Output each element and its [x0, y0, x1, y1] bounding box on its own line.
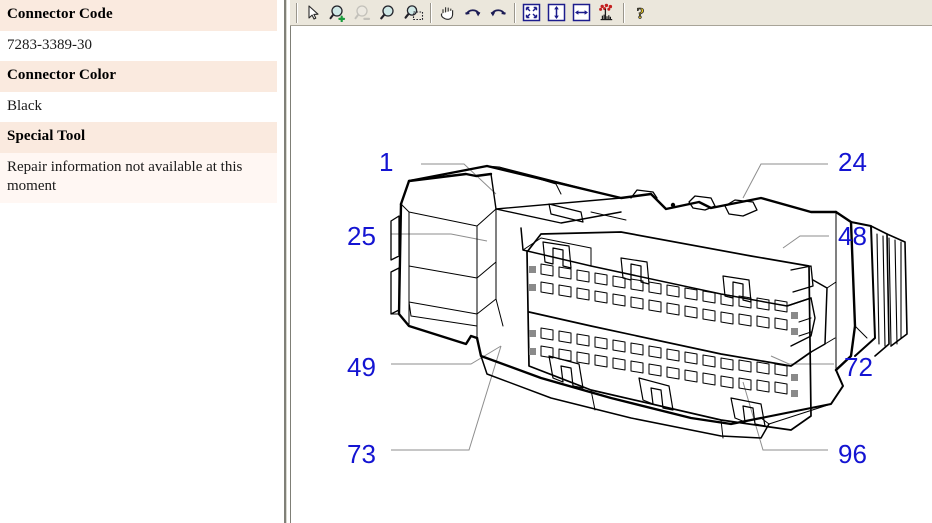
table-row-value-special-tool: Repair information not available at this… [0, 152, 277, 203]
fit-height-icon[interactable] [545, 2, 568, 24]
field-value-connector-color: Black [0, 91, 277, 122]
connector-body-outline [390, 164, 908, 439]
select-arrow-icon[interactable] [302, 2, 325, 24]
connector-info-sidebar: Connector Code 7283-3389-30 Connector Co… [0, 0, 280, 523]
toolbar-separator [296, 2, 297, 23]
connector-info-window: Connector Code 7283-3389-30 Connector Co… [0, 0, 932, 523]
field-value-connector-code: 7283-3389-30 [0, 30, 277, 61]
sidebar-empty-area [0, 202, 277, 303]
splitter-highlight [286, 0, 287, 523]
pan-hand-icon[interactable] [436, 2, 459, 24]
pin-label-96: 96 [838, 439, 867, 469]
svg-text:?: ? [637, 5, 645, 22]
connector-illustration [390, 163, 908, 451]
table-row-header-connector-code: Connector Code [0, 0, 277, 31]
pin-label-73: 73 [347, 439, 376, 469]
pin-label-24: 24 [838, 147, 867, 177]
panel-splitter[interactable] [280, 0, 290, 523]
toolbar-separator [514, 2, 515, 23]
leader-lines [391, 163, 834, 451]
field-label-connector-code: Connector Code [0, 0, 277, 31]
table-row-value-connector-color: Black [0, 91, 277, 122]
pin-label-72: 72 [844, 352, 873, 382]
zoom-area-icon[interactable] [402, 2, 425, 24]
pin-label-25: 25 [347, 221, 376, 251]
connector-info-table: Connector Code 7283-3389-30 Connector Co… [0, 0, 277, 203]
pin-label-49: 49 [347, 352, 376, 382]
rotate-ccw-icon[interactable] [486, 2, 509, 24]
pin-label-1: 1 [379, 147, 394, 177]
zoom-in-icon[interactable] [327, 2, 350, 24]
zoom-out-icon[interactable] [352, 2, 375, 24]
diagram-viewer: ? 1 24 25 48 49 72 73 96 [290, 0, 932, 523]
fit-width-icon[interactable] [570, 2, 593, 24]
table-row-header-connector-color: Connector Color [0, 61, 277, 92]
zoom-icon[interactable] [377, 2, 400, 24]
field-label-special-tool: Special Tool [0, 122, 277, 153]
field-value-special-tool: Repair information not available at this… [0, 152, 277, 203]
viewer-toolbar: ? [290, 0, 932, 26]
rotate-cw-icon[interactable] [461, 2, 484, 24]
field-label-connector-color: Connector Color [0, 61, 277, 92]
pin-label-48: 48 [838, 221, 867, 251]
help-icon[interactable]: ? [629, 2, 652, 24]
hotspots-icon[interactable] [595, 2, 618, 24]
fit-page-icon[interactable] [520, 2, 543, 24]
diagram-canvas[interactable]: 1 24 25 48 49 72 73 96 [290, 26, 932, 523]
table-row-value-connector-code: 7283-3389-30 [0, 30, 277, 61]
table-row-header-special-tool: Special Tool [0, 122, 277, 153]
toolbar-separator [623, 2, 624, 23]
toolbar-separator [430, 2, 431, 23]
